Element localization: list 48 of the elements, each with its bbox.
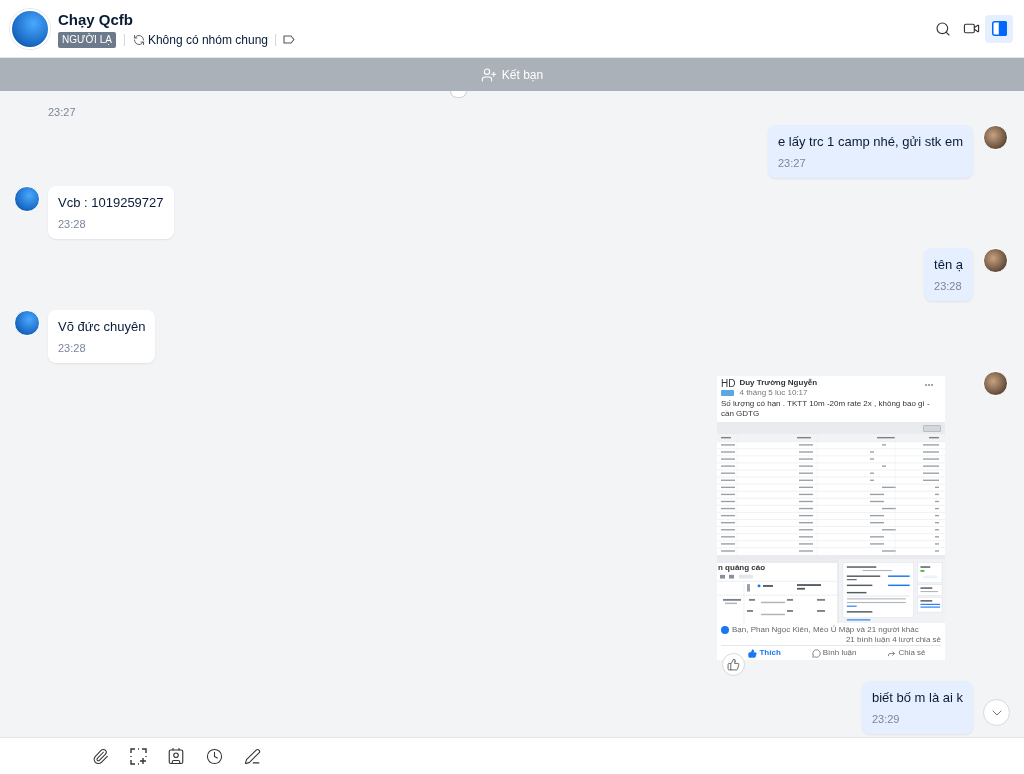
message-time: 23:28	[58, 217, 87, 231]
message-time: 23:29	[871, 712, 901, 726]
format-button[interactable]	[243, 747, 261, 765]
message-text: Vcb : 1019259727	[58, 194, 164, 212]
screen-capture-icon	[129, 747, 147, 765]
thumbs-up-icon	[748, 648, 758, 658]
comment-icon	[811, 648, 821, 658]
message-time: 23:27	[48, 105, 76, 119]
attachment-button[interactable]	[91, 747, 109, 765]
stranger-badge: NGƯỜI LẠ	[58, 31, 116, 48]
page-initials: HD	[721, 378, 736, 389]
message-time: 23:27	[778, 156, 807, 170]
message-time: 23:28	[934, 279, 963, 293]
sidebar-panel-icon	[991, 21, 1007, 36]
contact-card-icon	[167, 747, 185, 765]
comment-share-counts: 21 bình luận 4 lượt chia sẻ	[845, 635, 941, 645]
message-text: e lấy trc 1 camp nhé, gửi stk em	[778, 133, 963, 151]
contact-avatar[interactable]	[10, 8, 50, 49]
message-time: 23:28	[58, 341, 87, 355]
message-text: biết bố m là ai k	[871, 689, 963, 707]
screenshot-button[interactable]	[129, 747, 147, 765]
circle-arrows-icon	[132, 33, 145, 46]
contact-card-button[interactable]	[167, 747, 185, 765]
common-groups-text[interactable]: Không có nhóm chung	[147, 31, 268, 48]
contact-name: Chạy Qcfb	[58, 10, 134, 29]
post-caption: Số lượng có hạn . TKTT 10m -20m rate 2x , không bao gì - cần GDTG	[721, 399, 931, 419]
post-action-button[interactable]: Thích	[748, 648, 781, 658]
post-action-button[interactable]: Bình luận	[811, 648, 857, 658]
search-icon	[935, 20, 951, 37]
group-logo-icon	[721, 390, 734, 396]
share-icon	[887, 648, 897, 658]
reactions-summary: Bạn, Phan Ngọc Kiên, Mèo Ú Mập và 21 người khác	[732, 625, 919, 635]
section-title: n quảng cáo	[717, 563, 767, 573]
info-panel-button[interactable]	[985, 14, 1013, 43]
user-plus-icon	[480, 66, 497, 83]
message-text: tên ạ	[934, 256, 963, 274]
post-screenshot[interactable]	[717, 376, 945, 660]
post-action-button[interactable]: Chia sẻ	[887, 648, 926, 658]
message-text: Võ đức chuyên	[58, 318, 146, 336]
post-date: 4 tháng 5 lúc 10:17	[739, 388, 809, 398]
tag-icon[interactable]	[283, 35, 295, 44]
reminder-button[interactable]	[205, 747, 223, 765]
clock-icon	[205, 747, 223, 765]
paperclip-icon	[91, 747, 109, 765]
filter-chip-drawing	[923, 424, 941, 432]
post-author: Duy Trường Nguyễn	[739, 378, 818, 388]
like-badge-icon	[721, 626, 729, 634]
pen-icon	[243, 747, 261, 765]
